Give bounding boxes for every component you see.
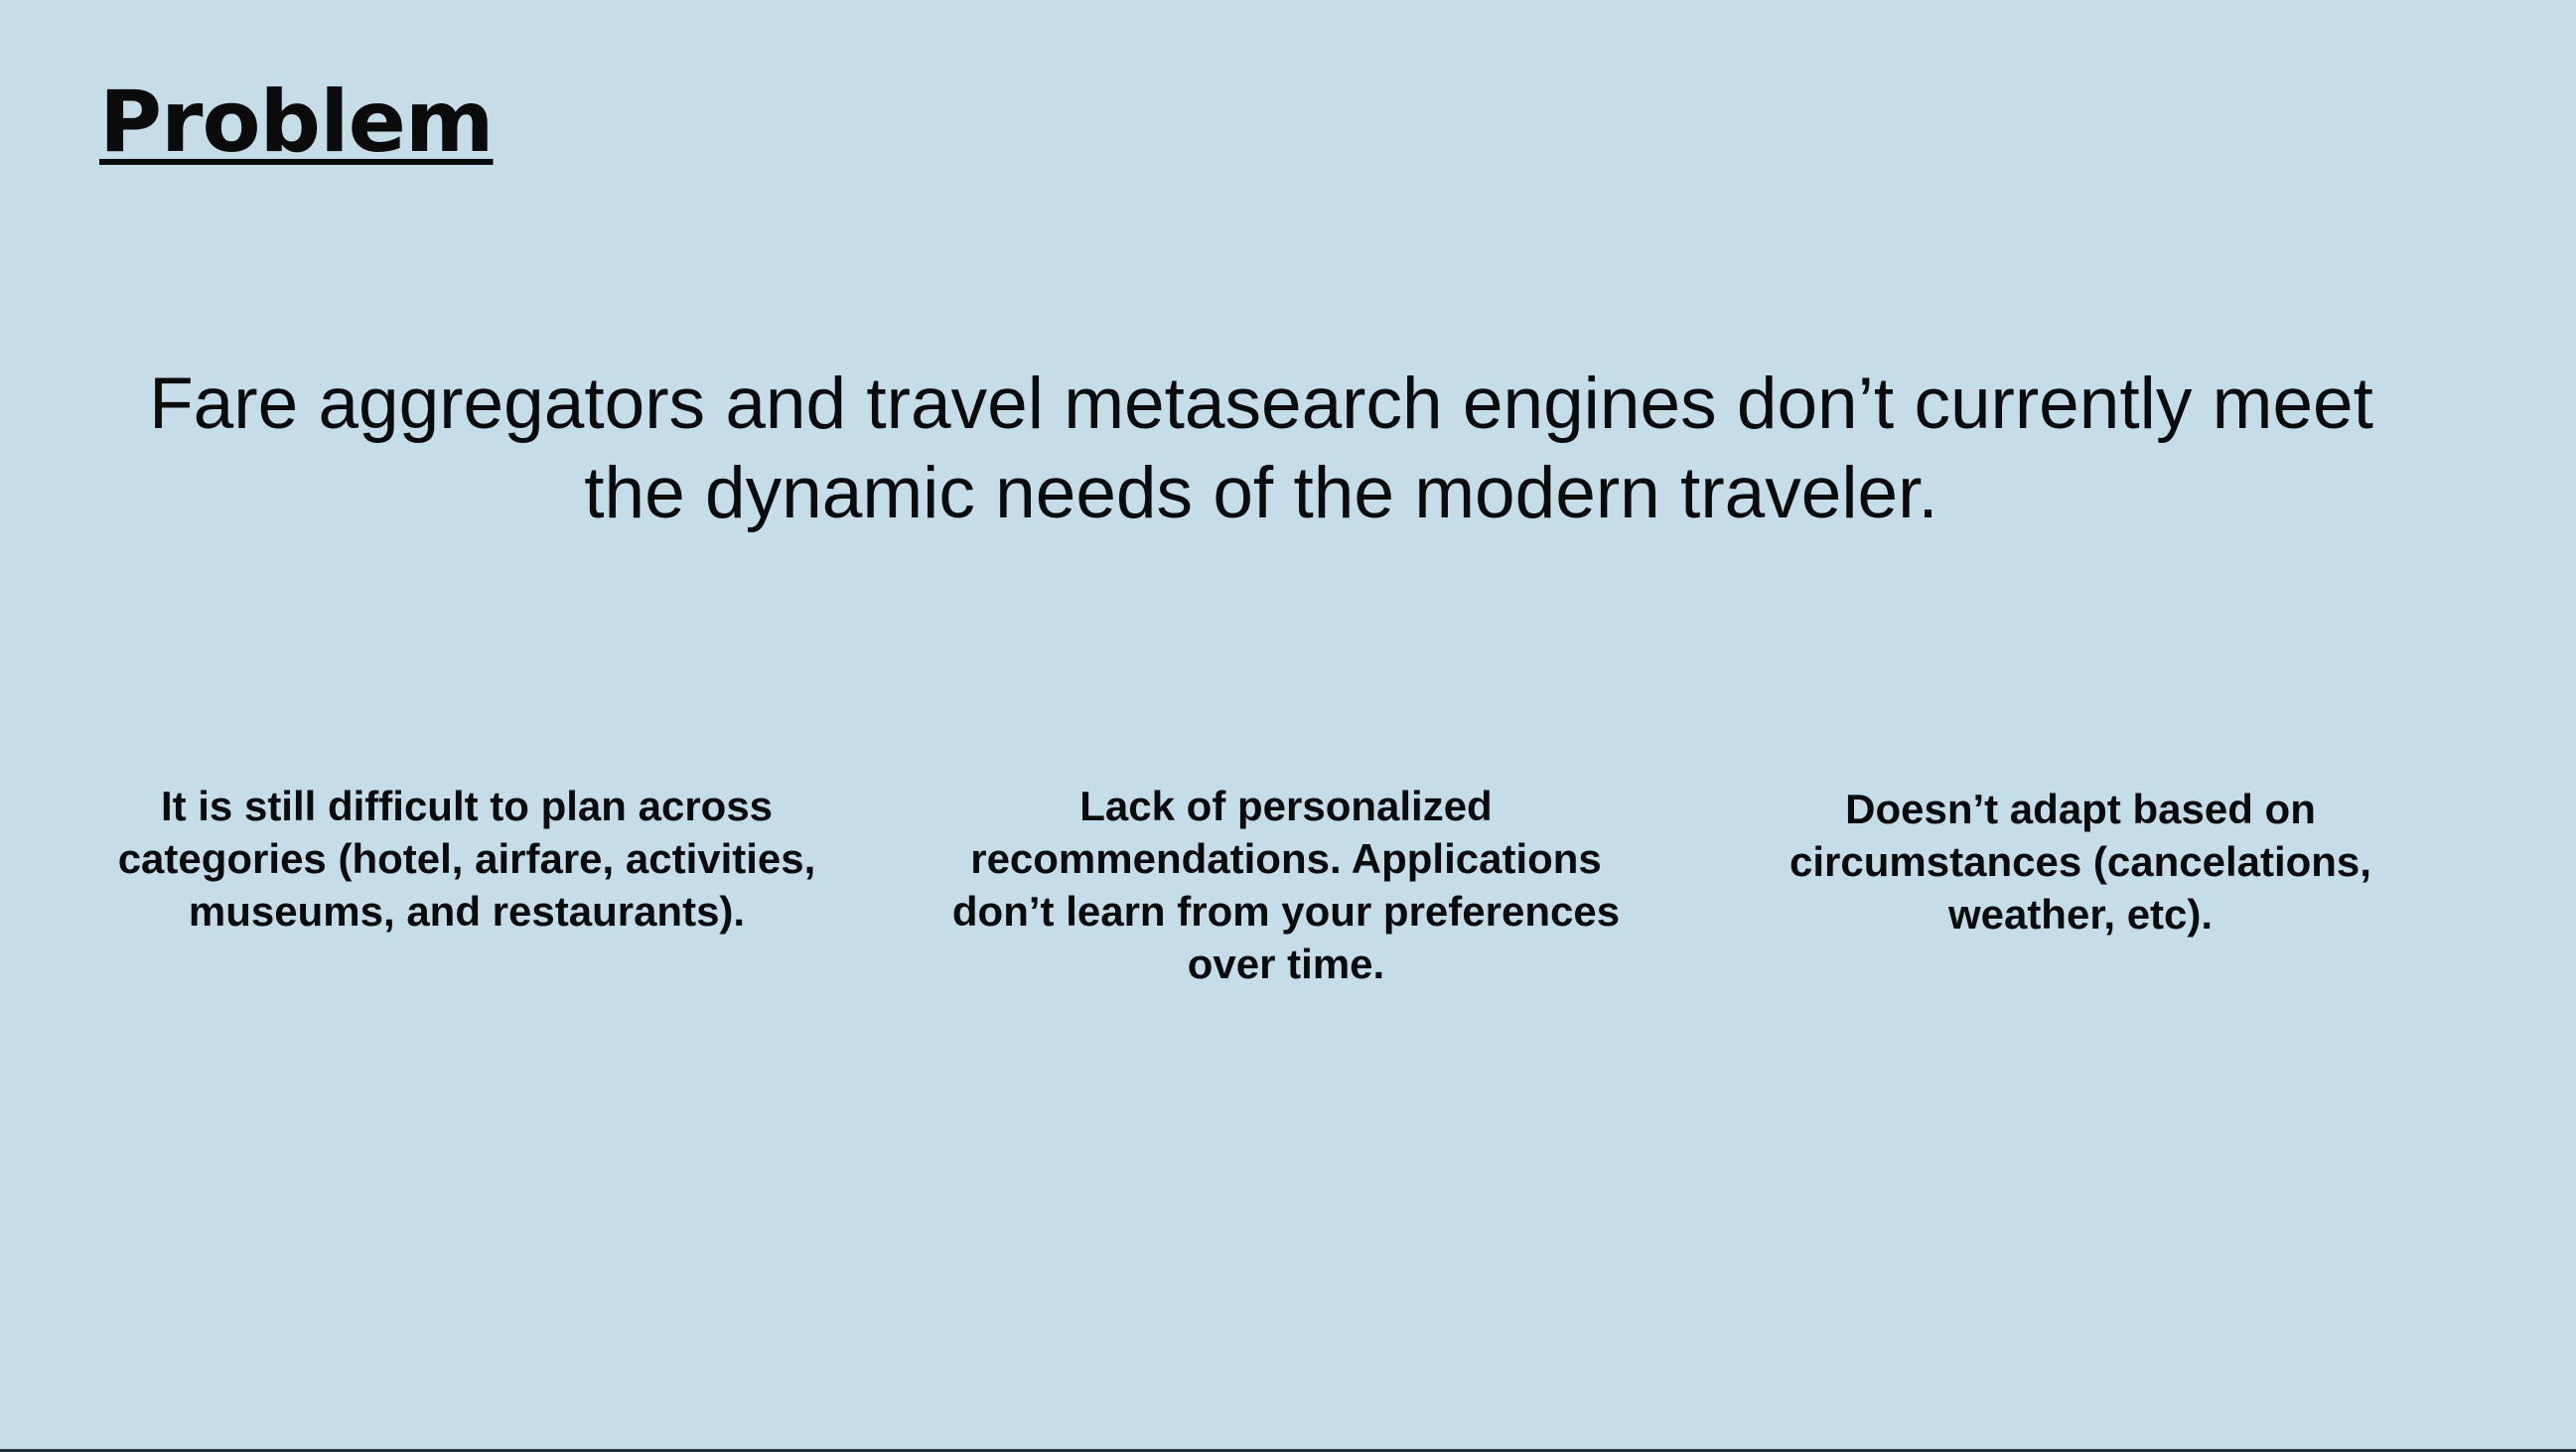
problem-point-personalization: Lack of personalized recommendations. Ap… — [951, 783, 1621, 987]
problem-point-adaptation: Doesn’t adapt based on circumstances (ca… — [1789, 786, 2371, 938]
problem-statement: Fare aggregators and travel metasearch e… — [149, 363, 2373, 533]
slide: Problem Fare aggregators and travel meta… — [0, 0, 2576, 1452]
problem-points: It is still difficult to plan across cat… — [0, 780, 2576, 1018]
problem-point-planning: It is still difficult to plan across cat… — [117, 783, 816, 935]
slide-title: Problem — [99, 73, 495, 172]
